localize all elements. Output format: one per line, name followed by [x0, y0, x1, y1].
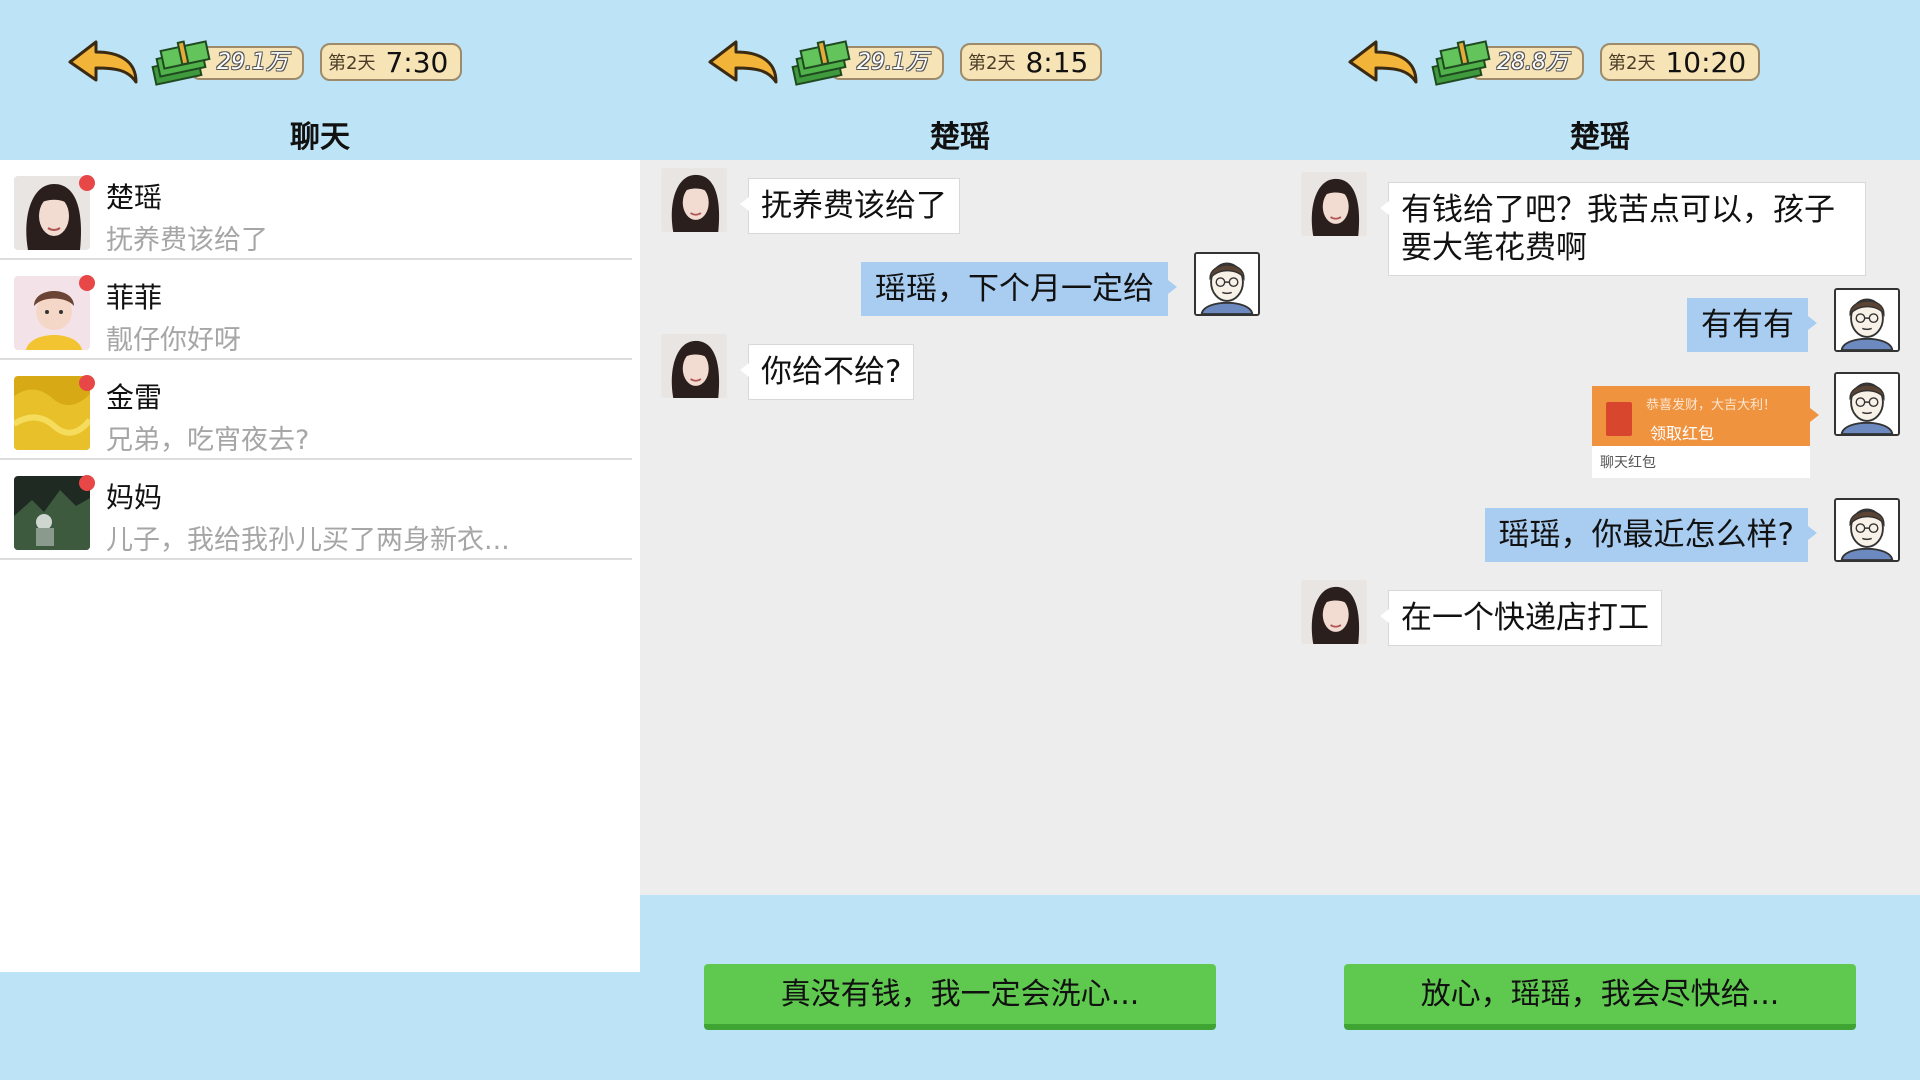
incoming-message: 你给不给? — [739, 344, 915, 400]
outgoing-message: 瑶瑶，你最近怎么样? — [1484, 508, 1818, 562]
contact-name: 楚瑶 — [106, 181, 163, 214]
red-packet-claim-label: 领取红包 — [1650, 424, 1715, 443]
money-display: 29.1万 — [790, 36, 948, 88]
day-time-badge: 第2天 7:30 — [320, 43, 463, 81]
outgoing-message: 瑶瑶，下个月一定给 — [861, 262, 1177, 316]
chat-list-item-jinlei[interactable]: 金雷 兄弟，吃宵夜去? — [0, 360, 632, 460]
money-display: 29.1万 — [150, 36, 308, 88]
incoming-message: 抚养费该给了 — [740, 178, 960, 234]
message-preview: 儿子，我给我孙儿买了两身新衣... — [106, 525, 510, 556]
top-bar: 29.1万 第2天 7:30 — [66, 36, 463, 88]
message-preview: 抚养费该给了 — [106, 225, 268, 256]
outgoing-message: 有有有 — [1687, 298, 1817, 352]
chat-list-item-feifei[interactable]: 菲菲 靓仔你好呀 — [0, 260, 632, 360]
reply-option-button[interactable]: 放心，瑶瑶，我会尽快给... — [1344, 964, 1856, 1030]
top-bar: 29.1万 第2天 8:15 — [706, 36, 1103, 88]
avatar-me — [1194, 252, 1260, 316]
chat-area: 抚养费该给了 瑶瑶，下个月一定给 你给不给? — [640, 160, 1280, 895]
avatar-chuyao — [1300, 580, 1368, 644]
unread-dot — [79, 475, 95, 491]
unread-dot — [79, 275, 95, 291]
avatar-me — [1834, 498, 1900, 562]
avatar-chuyao — [660, 334, 728, 398]
day-label: 第2天 — [968, 53, 1016, 74]
money-display: 28.8万 — [1430, 36, 1588, 88]
conversation-screen-2: 28.8万 第2天 10:20 楚瑶 有钱给了吧？我苦点可以，孩子要大笔花费啊 … — [1280, 0, 1920, 1080]
day-time-badge: 第2天 8:15 — [960, 43, 1103, 81]
contact-name: 菲菲 — [106, 281, 163, 314]
avatar-feifei — [14, 276, 90, 350]
red-packet-message[interactable]: 恭喜发财，大吉大利！ 领取红包 聊天红包 — [1592, 386, 1819, 478]
unread-dot — [79, 175, 95, 191]
back-arrow-icon[interactable] — [1346, 38, 1420, 86]
incoming-message: 有钱给了吧？我苦点可以，孩子要大笔花费啊 — [1380, 182, 1866, 276]
avatar-chuyao — [660, 168, 728, 232]
page-title: 楚瑶 — [930, 120, 990, 155]
red-packet-body: 恭喜发财，大吉大利！ 领取红包 — [1592, 386, 1810, 446]
chat-area: 有钱给了吧？我苦点可以，孩子要大笔花费啊 有有有 恭喜发财，大吉大利！ 领取红包… — [1280, 160, 1920, 895]
avatar-chuyao — [1300, 172, 1368, 236]
red-packet-type-label: 聊天红包 — [1600, 455, 1656, 471]
incoming-message: 在一个快递店打工 — [1380, 590, 1662, 646]
chat-list-item-mom[interactable]: 妈妈 儿子，我给我孙儿买了两身新衣... — [0, 460, 632, 560]
chat-list: 楚瑶 抚养费该给了 菲菲 靓仔你好呀 金雷 兄弟，吃宵夜去? 妈妈 儿子，我给我… — [0, 160, 640, 972]
contact-name: 金雷 — [106, 381, 163, 414]
reply-option-button[interactable]: 真没有钱，我一定会洗心... — [704, 964, 1216, 1030]
money-stack-icon — [790, 36, 852, 86]
avatar-me — [1834, 288, 1900, 352]
time-value: 10:20 — [1665, 45, 1747, 79]
contact-name: 妈妈 — [106, 481, 163, 514]
red-packet-footer: 聊天红包 — [1592, 446, 1810, 478]
unread-dot — [79, 375, 95, 391]
conversation-screen-1: 29.1万 第2天 8:15 楚瑶 抚养费该给了 瑶瑶，下个月一定给 你给不给?… — [640, 0, 1280, 1080]
message-preview: 兄弟，吃宵夜去? — [106, 425, 310, 456]
avatar-me — [1834, 372, 1900, 436]
message-preview: 靓仔你好呀 — [106, 325, 241, 356]
chat-list-item-chuyao[interactable]: 楚瑶 抚养费该给了 — [0, 160, 632, 260]
red-packet-icon — [1606, 402, 1632, 436]
avatar-chuyao — [14, 176, 90, 250]
time-value: 7:30 — [385, 45, 449, 79]
back-arrow-icon[interactable] — [706, 38, 780, 86]
page-title: 楚瑶 — [1570, 120, 1630, 155]
red-packet-wish: 恭喜发财，大吉大利！ — [1646, 398, 1777, 413]
avatar-jinlei — [14, 376, 90, 450]
money-stack-icon — [150, 36, 212, 86]
bubble-tail — [1810, 408, 1819, 422]
top-bar: 28.8万 第2天 10:20 — [1346, 36, 1761, 88]
page-title: 聊天 — [290, 120, 350, 155]
money-stack-icon — [1430, 36, 1492, 86]
day-label: 第2天 — [328, 53, 376, 74]
avatar-mom — [14, 476, 90, 550]
day-time-badge: 第2天 10:20 — [1600, 43, 1761, 81]
time-value: 8:15 — [1025, 45, 1089, 79]
day-label: 第2天 — [1608, 53, 1656, 74]
back-arrow-icon[interactable] — [66, 38, 140, 86]
chat-list-screen: 29.1万 第2天 7:30 聊天 楚瑶 抚养费该给了 菲菲 靓仔你好呀 金雷 … — [0, 0, 640, 1080]
